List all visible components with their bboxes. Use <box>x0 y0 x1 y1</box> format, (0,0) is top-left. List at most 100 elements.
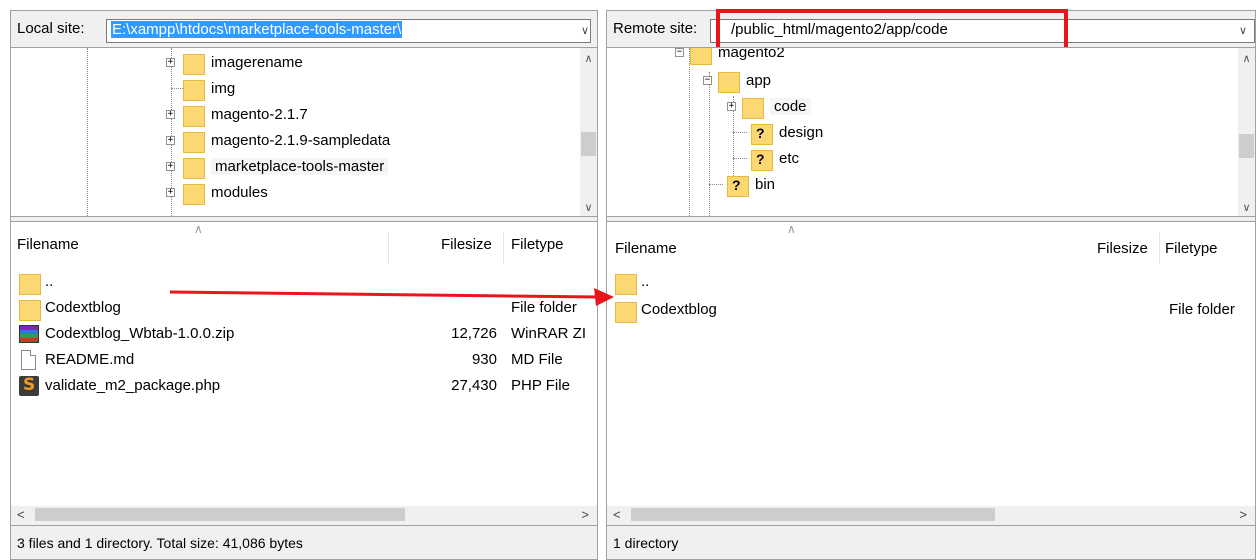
tree-item-label: code <box>770 97 811 115</box>
expand-plus-icon[interactable]: + <box>727 101 736 111</box>
list-item[interactable]: Codextblog_Wbtab-1.0.0.zip 12,726 WinRAR… <box>11 322 597 346</box>
sort-ascending-icon: ∧ <box>194 222 203 236</box>
file-name: README.md <box>45 351 135 368</box>
scroll-up-chevron-icon[interactable]: ∧ <box>580 52 597 65</box>
expand-plus-icon[interactable]: + <box>166 109 175 119</box>
column-header-filename[interactable]: Filename <box>615 240 677 257</box>
unknown-folder-icon: ? <box>751 147 773 171</box>
tree-item-etc[interactable]: ? etc <box>733 146 800 171</box>
local-site-bar: Local site: E:\xampp\htdocs\marketplace-… <box>11 11 597 47</box>
folder-icon <box>19 271 41 295</box>
tree-item-marketplace-tools-master[interactable]: + marketplace-tools-master <box>166 154 389 179</box>
tree-item-label: img <box>211 79 236 97</box>
column-header-filesize[interactable]: Filesize <box>441 236 492 253</box>
tree-item-label: design <box>779 123 824 141</box>
scrollbar-thumb[interactable] <box>1239 134 1254 158</box>
unknown-folder-icon: ? <box>727 173 749 197</box>
expand-plus-icon[interactable]: + <box>166 57 175 67</box>
remote-site-dropdown-chevron-down-icon[interactable]: ∨ <box>1239 24 1247 37</box>
folder-icon <box>690 48 712 65</box>
local-list-horizontal-scrollbar[interactable]: < > <box>11 506 597 523</box>
list-item[interactable]: .. <box>11 270 597 295</box>
tree-item-code[interactable]: + code <box>727 94 811 119</box>
file-name: Codextblog <box>641 301 717 318</box>
local-status-bar: 3 files and 1 directory. Total size: 41,… <box>11 525 597 559</box>
local-site-dropdown-chevron-down-icon[interactable]: ∨ <box>581 24 589 37</box>
column-divider[interactable] <box>503 232 504 264</box>
tree-item-img[interactable]: img <box>171 76 236 101</box>
remote-list-horizontal-scrollbar[interactable]: < > <box>607 506 1255 523</box>
sort-ascending-icon: ∧ <box>787 222 796 236</box>
column-header-filesize[interactable]: Filesize <box>1097 240 1148 257</box>
file-type: WinRAR ZI <box>511 325 586 342</box>
scroll-down-chevron-icon[interactable]: ∨ <box>580 201 597 214</box>
list-item[interactable]: README.md 930 MD File <box>11 348 597 372</box>
tree-guide-line <box>709 72 710 216</box>
folder-icon <box>615 271 637 295</box>
local-site-pane: Local site: E:\xampp\htdocs\marketplace-… <box>10 10 598 560</box>
column-divider[interactable] <box>1159 232 1160 264</box>
folder-icon <box>183 129 205 153</box>
tree-item-app[interactable]: − app <box>703 68 772 93</box>
local-file-list[interactable]: ∧ Filename Filesize Filetype .. Codextbl… <box>11 221 597 506</box>
tree-item-label: imagerename <box>211 53 303 71</box>
tree-branch-line <box>733 158 747 159</box>
folder-icon <box>183 51 205 75</box>
scroll-up-chevron-icon[interactable]: ∧ <box>1238 52 1255 65</box>
local-site-path-input[interactable]: E:\xampp\htdocs\marketplace-tools-master… <box>106 19 591 43</box>
document-icon <box>21 350 36 370</box>
folder-icon <box>183 103 205 127</box>
tree-item-label: app <box>746 71 772 89</box>
scroll-left-chevron-icon[interactable]: < <box>613 506 621 523</box>
list-item[interactable]: validate_m2_package.php 27,430 PHP File <box>11 374 597 398</box>
tree-item-magento-2-1-9-sampledata[interactable]: + magento-2.1.9-sampledata <box>166 128 390 153</box>
tree-item-imagerename[interactable]: + imagerename <box>166 50 303 75</box>
column-header-filename[interactable]: Filename <box>17 236 79 253</box>
folder-icon <box>742 95 764 119</box>
tree-branch-line <box>171 88 183 89</box>
unknown-folder-icon: ? <box>751 121 773 145</box>
file-name: .. <box>45 273 54 290</box>
tree-item-design[interactable]: ? design <box>733 120 824 145</box>
folder-icon <box>183 155 205 179</box>
column-header-filetype[interactable]: Filetype <box>1165 240 1218 257</box>
scroll-down-chevron-icon[interactable]: ∨ <box>1238 201 1255 214</box>
remote-site-path-value: /public_html/magento2/app/code <box>731 21 948 38</box>
collapse-minus-icon[interactable]: − <box>703 75 712 85</box>
remote-file-list[interactable]: ∧ Filename Filesize Filetype .. Codextbl… <box>607 221 1255 506</box>
expand-plus-icon[interactable]: + <box>166 161 175 171</box>
collapse-minus-icon[interactable]: − <box>675 48 684 57</box>
remote-site-label: Remote site: <box>613 20 698 37</box>
scrollbar-thumb[interactable] <box>581 132 596 156</box>
tree-item-magento2[interactable]: − magento2 <box>675 47 785 65</box>
remote-site-path-input[interactable]: /public_html/magento2/app/code <box>710 19 1255 43</box>
file-size: 12,726 <box>451 325 497 342</box>
tree-item-label: marketplace-tools-master <box>211 157 389 175</box>
list-item[interactable]: Codextblog File folder <box>607 298 1255 323</box>
remote-directory-tree[interactable]: − magento2 − app + code ? design ? etc ?… <box>607 47 1255 217</box>
tree-item-label: magento2 <box>718 47 785 61</box>
tree-item-label: etc <box>779 149 800 167</box>
column-header-filetype[interactable]: Filetype <box>511 236 564 253</box>
scrollbar-thumb[interactable] <box>35 508 405 521</box>
scroll-right-chevron-icon[interactable]: > <box>581 506 589 523</box>
tree-item-modules[interactable]: + modules <box>166 180 268 205</box>
file-name: Codextblog_Wbtab-1.0.0.zip <box>45 325 235 342</box>
local-tree-vertical-scrollbar[interactable]: ∧ ∨ <box>580 48 597 216</box>
remote-tree-vertical-scrollbar[interactable]: ∧ ∨ <box>1238 48 1255 216</box>
expand-plus-icon[interactable]: + <box>166 135 175 145</box>
list-item[interactable]: Codextblog File folder <box>11 296 597 321</box>
scrollbar-thumb[interactable] <box>631 508 995 521</box>
tree-item-magento-2-1-7[interactable]: + magento-2.1.7 <box>166 102 308 127</box>
file-size: 27,430 <box>451 377 497 394</box>
local-directory-tree[interactable]: + imagerename img + magento-2.1.7 + mage… <box>11 47 597 217</box>
scroll-right-chevron-icon[interactable]: > <box>1239 506 1247 523</box>
tree-item-bin[interactable]: ? bin <box>709 172 775 197</box>
column-divider[interactable] <box>388 232 389 264</box>
expand-plus-icon[interactable]: + <box>166 187 175 197</box>
scroll-left-chevron-icon[interactable]: < <box>17 506 25 523</box>
php-file-icon <box>19 375 39 396</box>
folder-icon <box>183 77 205 101</box>
remote-site-pane: Remote site: /public_html/magento2/app/c… <box>606 9 1256 560</box>
list-item[interactable]: .. <box>607 270 1255 295</box>
